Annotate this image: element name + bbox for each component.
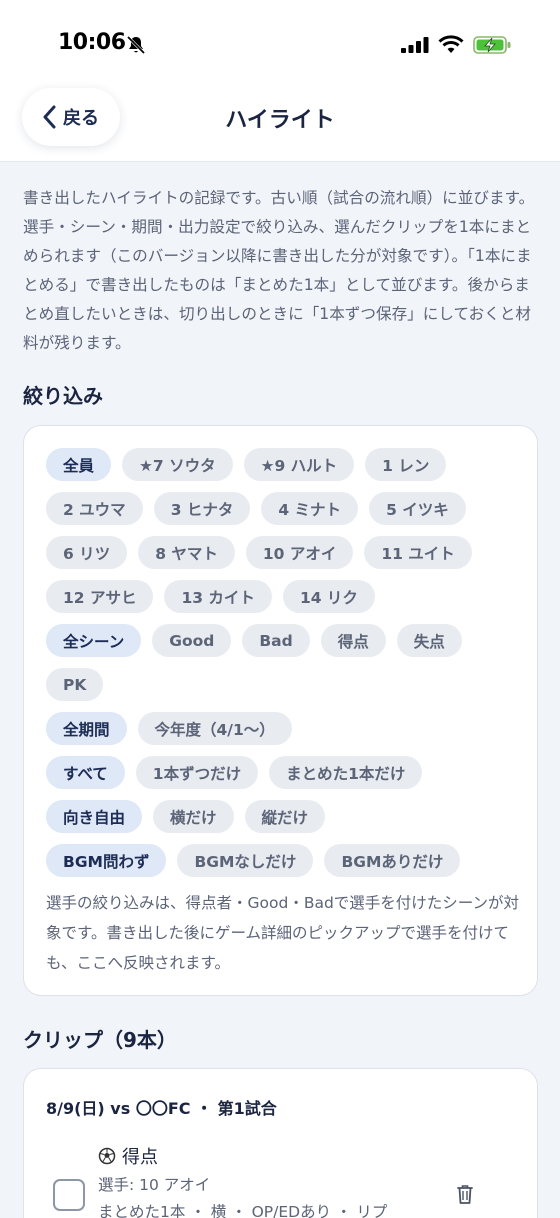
- bgm-filter-row: BGM問わず BGMなしだけ BGMありだけ: [46, 844, 461, 877]
- chip-player-6[interactable]: 6 リツ: [46, 536, 128, 569]
- chip-player-8[interactable]: 8 ヤマト: [138, 536, 235, 569]
- bell-muted-icon: [126, 35, 146, 55]
- filter-note: 選手の絞り込みは、得点者・Good・Badで選手を付けたシーンが対象です。書き出…: [46, 894, 520, 972]
- clips-section-title: クリップ（9本）: [23, 1028, 177, 1052]
- chip-player-1[interactable]: 1 レン: [365, 448, 447, 481]
- player-filter-row: 6 リツ 8 ヤマト 10 アオイ 11 ユイト: [46, 536, 472, 569]
- clip-game-header: 8/9(日) vs 〇〇FC ・ 第1試合: [46, 1099, 277, 1118]
- clip-select-checkbox[interactable]: [53, 1179, 85, 1211]
- chip-player-12[interactable]: 12 アサヒ: [46, 580, 154, 613]
- chip-player-2[interactable]: 2 ユウマ: [46, 492, 143, 525]
- chip-player-5[interactable]: 5 イツキ: [369, 492, 466, 525]
- clip-player: 選手: 10 アオイ: [98, 1176, 211, 1194]
- chip-scene-goal[interactable]: 得点: [320, 624, 386, 657]
- clip-card[interactable]: 8/9(日) vs 〇〇FC ・ 第1試合 得点 選手: 10 アオイ まとめた…: [23, 1068, 538, 1218]
- soccer-ball-icon: [98, 1147, 116, 1165]
- chip-output-all[interactable]: すべて: [46, 756, 125, 789]
- status-time: 10:06: [58, 30, 126, 55]
- output-filter-row: すべて 1本ずつだけ まとめた1本だけ: [46, 756, 423, 789]
- player-filter-row: 全員 ★7 ソウタ ★9 ハルト 1 レン: [46, 448, 447, 481]
- battery-charging-icon: [473, 36, 511, 54]
- chip-scene-bad[interactable]: Bad: [242, 624, 310, 657]
- signal-icon: [401, 37, 429, 53]
- orientation-filter-row: 向き自由 横だけ 縦だけ: [46, 800, 326, 833]
- chip-scene-good[interactable]: Good: [152, 624, 232, 657]
- chip-output-single[interactable]: 1本ずつだけ: [135, 756, 259, 789]
- chip-orientation-landscape[interactable]: 横だけ: [153, 800, 234, 833]
- filter-section-title: 絞り込み: [23, 384, 103, 408]
- chip-player-10[interactable]: 10 アオイ: [245, 536, 354, 569]
- chip-scene-conceded[interactable]: 失点: [396, 624, 462, 657]
- chip-output-combined[interactable]: まとめた1本だけ: [269, 756, 423, 789]
- chip-orientation-portrait[interactable]: 縦だけ: [244, 800, 326, 833]
- top-bar: 10:06 戻る ハイライト: [0, 0, 560, 162]
- chip-player-7[interactable]: ★7 ソウタ: [122, 448, 233, 481]
- scene-filter-row: PK: [46, 668, 104, 701]
- chip-bgm-with[interactable]: BGMありだけ: [324, 844, 461, 877]
- chip-period-this-year[interactable]: 今年度（4/1〜）: [137, 712, 292, 745]
- chip-bgm-none[interactable]: BGMなしだけ: [177, 844, 314, 877]
- intro-text: 書き出したハイライトの記録です。古い順（試合の流れ順）に並びます。選手・シーン・…: [23, 189, 535, 352]
- wifi-icon: [438, 35, 464, 53]
- scene-filter-row: 全シーン Good Bad 得点 失点: [46, 624, 462, 657]
- chip-player-all[interactable]: 全員: [46, 448, 112, 481]
- chip-player-13[interactable]: 13 カイト: [164, 580, 272, 613]
- page-title: ハイライト: [225, 108, 335, 133]
- chip-scene-all[interactable]: 全シーン: [46, 624, 142, 657]
- chip-period-all[interactable]: 全期間: [46, 712, 127, 745]
- clip-scene: 得点: [98, 1143, 158, 1169]
- chip-player-4[interactable]: 4 ミナト: [261, 492, 359, 525]
- chip-scene-pk[interactable]: PK: [46, 668, 104, 701]
- chip-orientation-any[interactable]: 向き自由: [46, 800, 143, 833]
- chip-player-11[interactable]: 11 ユイト: [364, 536, 472, 569]
- player-filter-row: 12 アサヒ 13 カイト 14 リク: [46, 580, 375, 613]
- chip-bgm-any[interactable]: BGM問わず: [46, 844, 167, 877]
- chip-player-9[interactable]: ★9 ハルト: [243, 448, 355, 481]
- chip-player-14[interactable]: 14 リク: [282, 580, 375, 613]
- period-filter-row: 全期間 今年度（4/1〜）: [46, 712, 292, 745]
- clip-meta: まとめた1本 ・ 横 ・ OP/EDあり ・ リプ: [98, 1203, 388, 1218]
- player-filter-row: 2 ユウマ 3 ヒナタ 4 ミナト 5 イツキ: [46, 492, 466, 525]
- chip-player-3[interactable]: 3 ヒナタ: [153, 492, 251, 525]
- trash-icon[interactable]: [456, 1183, 474, 1205]
- clip-scene-label: 得点: [122, 1147, 158, 1168]
- filter-card: 全員 ★7 ソウタ ★9 ハルト 1 レン 2 ユウマ 3 ヒナタ 4 ミナト …: [23, 425, 538, 996]
